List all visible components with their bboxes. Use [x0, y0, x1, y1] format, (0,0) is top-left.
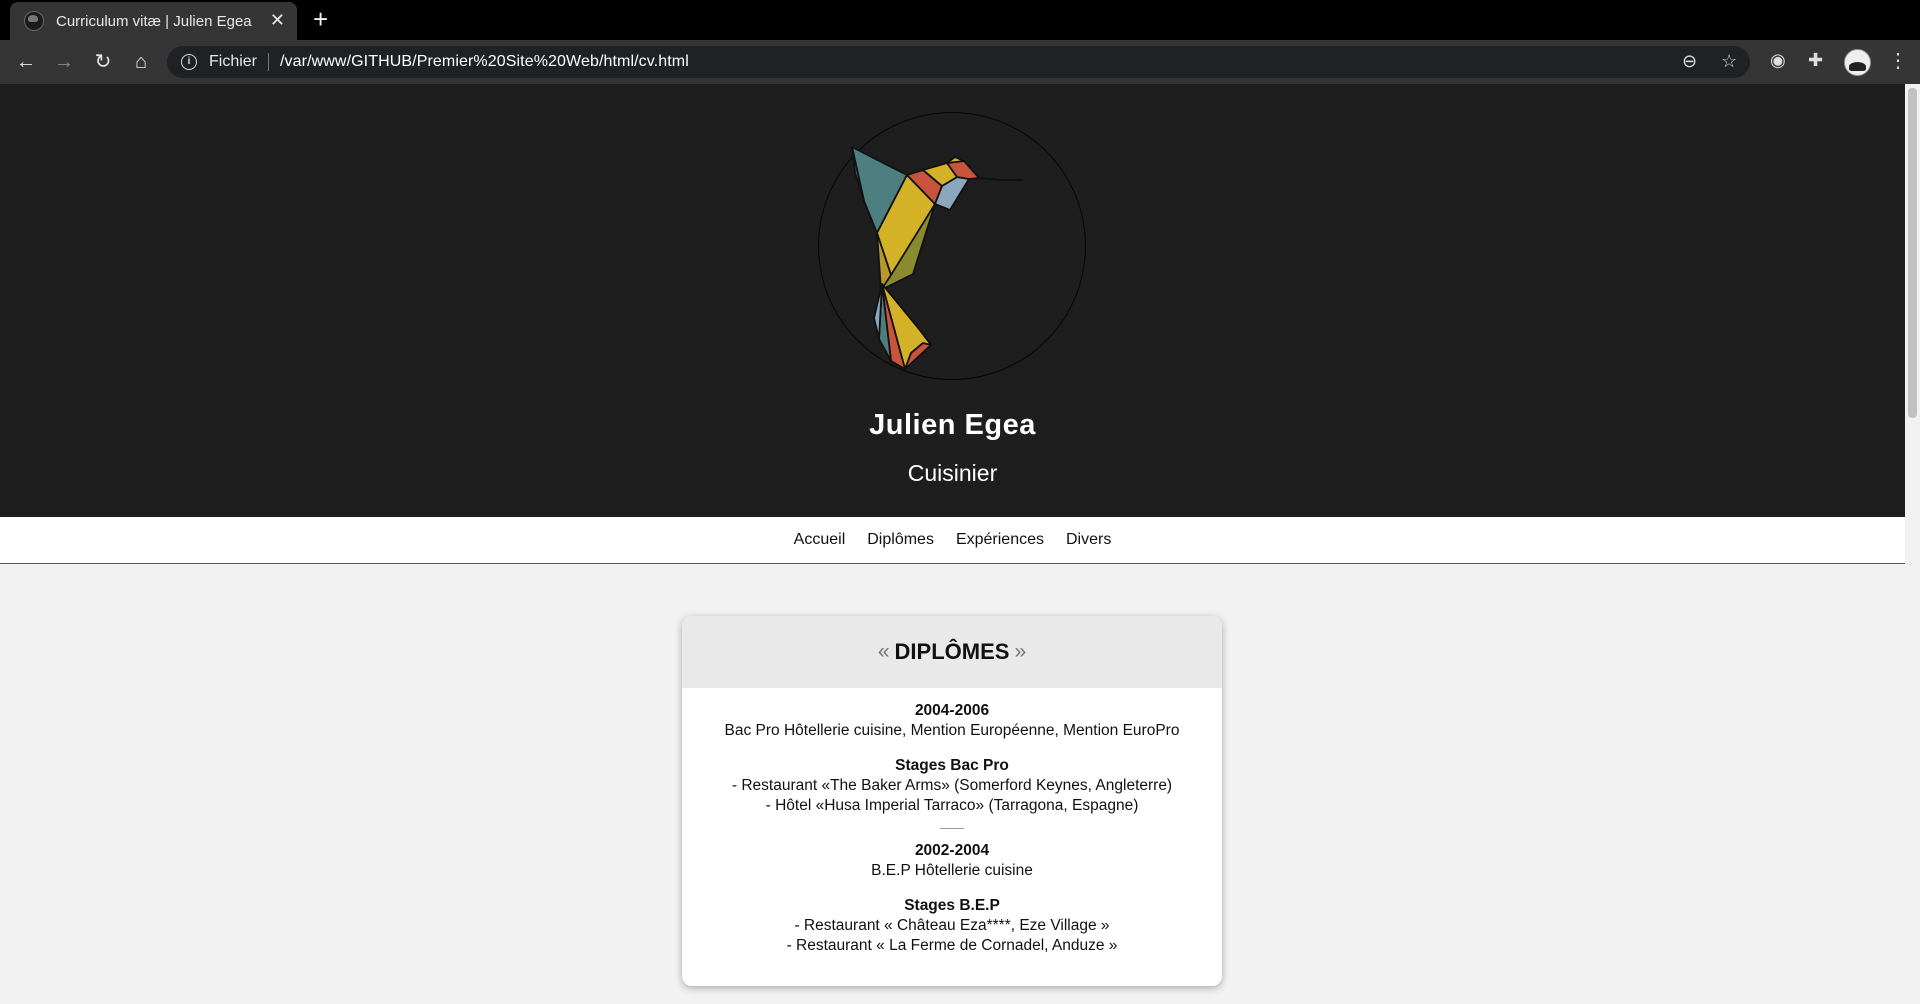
hummingbird-logo: [818, 112, 1086, 380]
entry-diploma: B.E.P Hôtellerie cuisine: [871, 862, 1033, 879]
tab-strip: Curriculum vitæ | Julien Egea ✕ +: [0, 0, 1920, 40]
card-body: 2004-2006 Bac Pro Hôtellerie cuisine, Me…: [682, 688, 1222, 956]
entry-stages-title: Stages Bac Pro: [895, 757, 1009, 774]
entry-stage: - Restaurant « La Ferme de Cornadel, And…: [786, 937, 1118, 954]
menu-icon[interactable]: ⋮: [1888, 49, 1908, 73]
page-scrollbar[interactable]: [1905, 84, 1920, 1004]
quote-close: »: [1014, 640, 1027, 663]
tab-title: Curriculum vitæ | Julien Egea: [56, 12, 252, 30]
entry-stage: - Restaurant « Château Eza****, Eze Vill…: [794, 917, 1110, 934]
reload-icon[interactable]: ↻: [91, 50, 115, 74]
nav-item-divers[interactable]: Divers: [1066, 531, 1111, 549]
scroll-thumb[interactable]: [1908, 88, 1917, 418]
address-bar[interactable]: i Fichier /var/www/GITHUB/Premier%20Site…: [167, 46, 1750, 78]
back-icon[interactable]: ←: [14, 50, 38, 74]
main-nav: Accueil Diplômes Expériences Divers: [0, 517, 1905, 564]
entry-period: 2004-2006: [914, 702, 990, 719]
browser-toolbar: ← → ↻ ⌂ i Fichier /var/www/GITHUB/Premie…: [0, 40, 1920, 84]
avatar[interactable]: [1844, 49, 1871, 76]
extension-icon[interactable]: ◉: [1770, 50, 1786, 71]
job-title: Cuisinier: [907, 460, 998, 486]
browser-tab[interactable]: Curriculum vitæ | Julien Egea ✕: [10, 2, 297, 40]
page-header: Julien Egea Cuisinier: [0, 84, 1905, 517]
nav-item-experiences[interactable]: Expériences: [956, 531, 1044, 549]
favicon-icon: [24, 11, 44, 31]
scheme-label: Fichier: [209, 53, 258, 70]
omnibox-divider: [268, 53, 269, 71]
entry-stage: - Restaurant «The Baker Arms» (Somerford…: [731, 777, 1173, 794]
nav-item-diplomes[interactable]: Diplômes: [867, 531, 934, 549]
page-viewport: Julien Egea Cuisinier Accueil Diplômes E…: [0, 84, 1905, 1004]
entry-diploma: Bac Pro Hôtellerie cuisine, Mention Euro…: [724, 722, 1180, 739]
close-tab-icon[interactable]: ✕: [270, 10, 285, 31]
url-text[interactable]: /var/www/GITHUB/Premier%20Site%20Web/htm…: [280, 53, 689, 71]
page-title: Julien Egea: [869, 409, 1036, 441]
nav-item-accueil[interactable]: Accueil: [794, 531, 846, 549]
forward-icon[interactable]: →: [52, 50, 76, 74]
entry-period: 2002-2004: [914, 842, 990, 859]
entry-stage: - Hôtel «Husa Imperial Tarraco» (Tarrago…: [765, 797, 1139, 814]
entry-stages-title: Stages B.E.P: [904, 897, 1000, 914]
puzzle-icon[interactable]: ✚: [1808, 50, 1823, 71]
diplomas-card: « DIPLÔMES » 2004-2006 Bac Pro Hôtelleri…: [682, 616, 1222, 986]
home-icon[interactable]: ⌂: [129, 50, 153, 74]
divider: [940, 828, 964, 829]
card-title: DIPLÔMES: [894, 639, 1010, 664]
quote-open: «: [877, 640, 890, 663]
card-header: « DIPLÔMES »: [682, 616, 1222, 688]
new-tab-button[interactable]: +: [313, 4, 328, 34]
hummingbird-icon: [851, 146, 1023, 370]
info-icon[interactable]: i: [181, 54, 197, 70]
zoom-out-icon[interactable]: ⊖: [1682, 51, 1697, 72]
star-icon[interactable]: ☆: [1721, 51, 1737, 72]
